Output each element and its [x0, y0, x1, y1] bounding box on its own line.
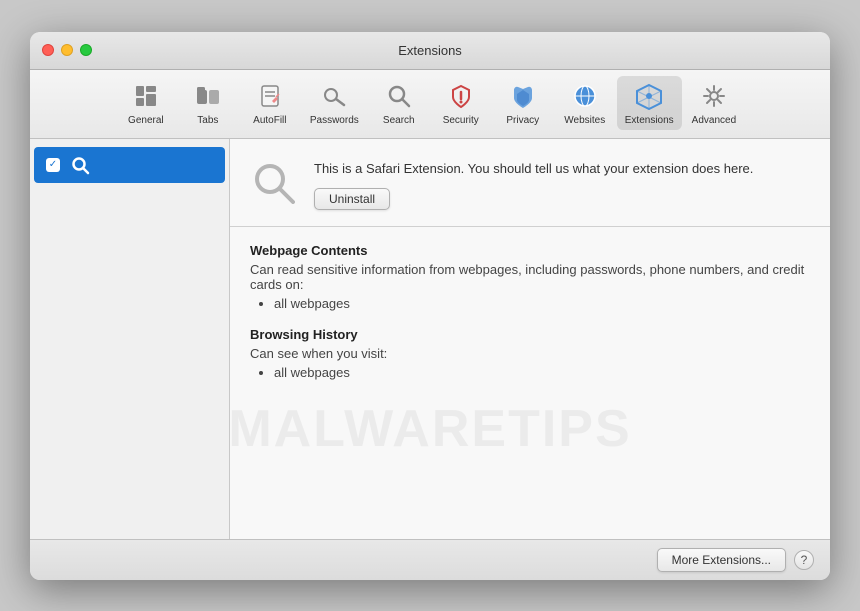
toolbar-item-autofill[interactable]: AutoFill: [240, 76, 300, 130]
extension-description: This is a Safari Extension. You should t…: [314, 159, 810, 179]
passwords-icon: [318, 80, 350, 112]
webpage-contents-desc: Can read sensitive information from webp…: [250, 262, 810, 292]
security-icon: [445, 80, 477, 112]
main-content: MALWARETIPS ✓ This is a Safari Extension…: [30, 139, 830, 539]
search-icon: [383, 80, 415, 112]
extension-header: This is a Safari Extension. You should t…: [230, 139, 830, 228]
tabs-icon: [192, 80, 224, 112]
tabs-label: Tabs: [197, 115, 218, 126]
extension-large-icon: [250, 159, 298, 207]
extension-sidebar-icon: [68, 153, 92, 177]
sidebar-extension-item[interactable]: ✓: [34, 147, 225, 183]
toolbar-item-tabs[interactable]: Tabs: [178, 76, 238, 130]
uninstall-button[interactable]: Uninstall: [314, 188, 390, 210]
passwords-label: Passwords: [310, 115, 359, 126]
toolbar-item-security[interactable]: Security: [431, 76, 491, 130]
permission-group-history: Browsing History Can see when you visit:…: [250, 327, 810, 380]
help-button[interactable]: ?: [794, 550, 814, 570]
window-title: Extensions: [398, 43, 462, 58]
titlebar: Extensions: [30, 32, 830, 70]
toolbar-item-privacy[interactable]: Privacy: [493, 76, 553, 130]
toolbar-item-advanced[interactable]: Advanced: [684, 76, 744, 130]
footer: More Extensions... ?: [30, 539, 830, 580]
toolbar-item-passwords[interactable]: Passwords: [302, 76, 367, 130]
privacy-label: Privacy: [506, 115, 539, 126]
extensions-label: Extensions: [625, 115, 674, 126]
privacy-icon: [507, 80, 539, 112]
permissions-section: Webpage Contents Can read sensitive info…: [230, 227, 830, 539]
general-label: General: [128, 115, 164, 126]
websites-label: Websites: [564, 115, 605, 126]
toolbar: General Tabs AutoFill Passwords Search: [30, 70, 830, 139]
security-label: Security: [443, 115, 479, 126]
browsing-history-list: all webpages: [250, 365, 810, 380]
toolbar-item-search[interactable]: Search: [369, 76, 429, 130]
browsing-history-title: Browsing History: [250, 327, 810, 342]
browsing-history-desc: Can see when you visit:: [250, 346, 810, 361]
general-icon: [130, 80, 162, 112]
minimize-button[interactable]: [61, 44, 73, 56]
traffic-lights: [42, 44, 92, 56]
toolbar-item-general[interactable]: General: [116, 76, 176, 130]
extension-header-text: This is a Safari Extension. You should t…: [314, 159, 810, 211]
autofill-label: AutoFill: [253, 115, 286, 126]
webpage-contents-list: all webpages: [250, 296, 810, 311]
extensions-icon: [633, 80, 665, 112]
toolbar-item-websites[interactable]: Websites: [555, 76, 615, 130]
websites-icon: [569, 80, 601, 112]
webpage-contents-title: Webpage Contents: [250, 243, 810, 258]
webpage-contents-item: all webpages: [274, 296, 810, 311]
toolbar-item-extensions[interactable]: Extensions: [617, 76, 682, 130]
advanced-icon: [698, 80, 730, 112]
maximize-button[interactable]: [80, 44, 92, 56]
permission-group-webpage: Webpage Contents Can read sensitive info…: [250, 243, 810, 311]
close-button[interactable]: [42, 44, 54, 56]
extension-detail-panel: This is a Safari Extension. You should t…: [230, 139, 830, 539]
more-extensions-button[interactable]: More Extensions...: [657, 548, 786, 572]
extension-enabled-checkbox[interactable]: ✓: [46, 158, 60, 172]
autofill-icon: [254, 80, 286, 112]
extensions-sidebar: ✓: [30, 139, 230, 539]
advanced-label: Advanced: [692, 115, 736, 126]
search-label: Search: [383, 115, 415, 126]
browsing-history-item: all webpages: [274, 365, 810, 380]
